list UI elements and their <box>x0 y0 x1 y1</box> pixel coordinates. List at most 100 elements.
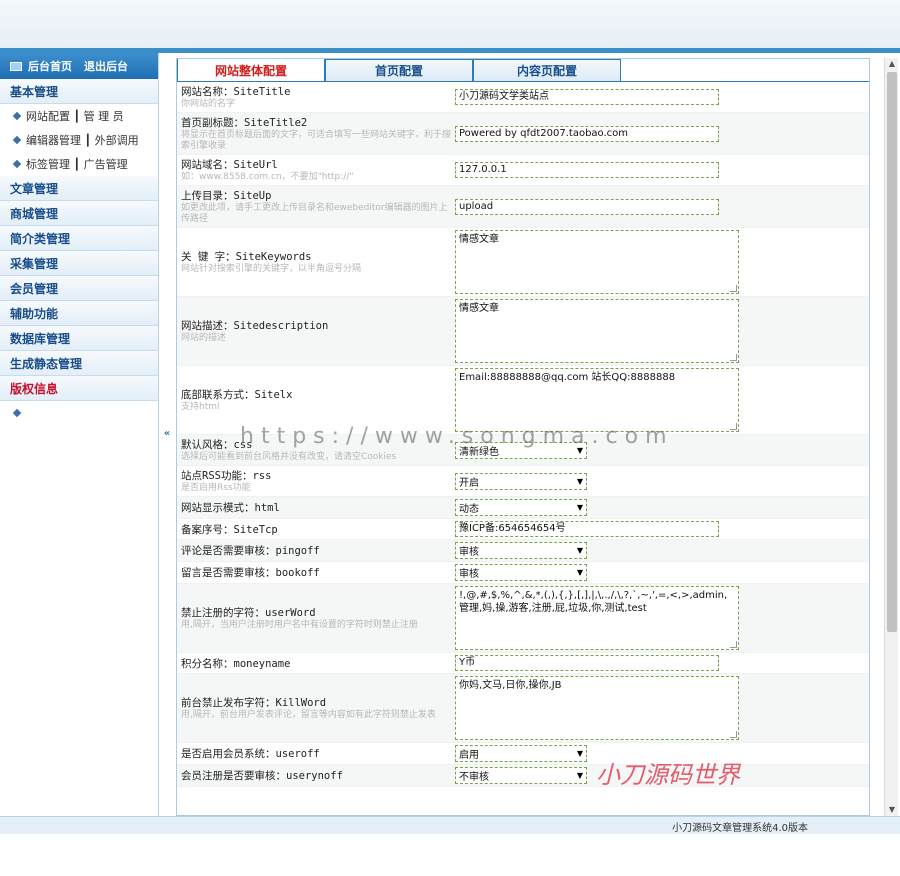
resize-grip-icon[interactable] <box>730 423 737 430</box>
text-input[interactable]: upload <box>455 198 719 215</box>
select-dropdown[interactable]: 审核 ▼ <box>455 564 587 581</box>
sidebar-group[interactable]: 生成静态管理 <box>0 351 158 376</box>
field-hint: 选择后可能看到前台风格并没有改变，请清空Cookies <box>181 452 397 462</box>
resize-grip-icon[interactable] <box>730 641 737 648</box>
logout-link[interactable]: 退出后台 <box>84 58 128 74</box>
sidebar-group[interactable]: 商城管理 <box>0 201 158 226</box>
field-label: 关 键 字：SiteKeywords 网站针对搜索引擎的关键字，以半角逗号分隔 <box>177 228 455 296</box>
config-row: 是否启用会员系统：useroff 启用 ▼ <box>177 743 869 765</box>
config-row: 网站域名：SiteUrl 如：www.8558.com.cn，不要加"http:/… <box>177 155 869 186</box>
textarea-input[interactable]: 情感文章 <box>455 230 739 294</box>
field-hint: 如更改此项，请手工更改上传目录名和ewebeditor编辑器的图片上传路径 <box>181 203 448 224</box>
config-row: 首页副标题：SiteTitle2 将显示在首页标题后面的文字，可适合填写一些网站关… <box>177 113 869 155</box>
field-label: 是否启用会员系统：useroff <box>177 743 455 764</box>
field-label: 留言是否需要审核：bookoff <box>177 562 455 583</box>
field-cell: !,@,#,$,%,^,&,*,(,),{,},[,],|,\,.,/,\,?,… <box>455 584 869 652</box>
field-label-text: 禁止注册的字符：userWord <box>181 607 316 619</box>
field-label-text: 积分名称：moneyname <box>181 657 291 670</box>
select-value: 审核 <box>459 569 479 580</box>
field-cell: 豫ICP备:654654654号 <box>455 519 869 539</box>
field-label: 上传目录：SiteUp 如更改此项，请手工更改上传目录名和ewebeditor编辑… <box>177 186 455 227</box>
select-dropdown[interactable]: 启用 ▼ <box>455 745 587 762</box>
resize-grip-icon[interactable] <box>730 285 737 292</box>
config-row: 网站描述：Sitedescription 网站的描述 情感文章 <box>177 297 869 366</box>
field-hint: 用,隔开，前台用户发表评论，留言等内容如有此字符则禁止发表 <box>181 710 436 720</box>
select-value: 启用 <box>459 750 479 761</box>
textarea-input[interactable]: 情感文章 <box>455 299 739 363</box>
resize-grip-icon[interactable] <box>730 354 737 361</box>
sidebar-group[interactable]: 会员管理 <box>0 276 158 301</box>
textarea-value: 你妈,文马,日你,操你,JB <box>459 680 562 691</box>
config-row: 上传目录：SiteUp 如更改此项，请手工更改上传目录名和ewebeditor编辑… <box>177 186 869 228</box>
bullet-icon <box>12 159 22 169</box>
field-cell: Powered by qfdt2007.taobao.com <box>455 113 869 154</box>
text-input[interactable]: Y币 <box>455 655 719 671</box>
sidebar-group[interactable]: 简介类管理 <box>0 226 158 251</box>
scroll-up-icon[interactable]: ▲ <box>885 58 899 70</box>
sidebar-group[interactable]: 基本管理 <box>0 79 158 104</box>
field-label-text: 前台禁止发布字符：KillWord <box>181 697 327 709</box>
sidebar-subitem[interactable]: 标签管理 ┃ 广告管理 <box>0 152 158 176</box>
collapse-sidebar-button[interactable]: « <box>160 428 174 440</box>
field-label-text: 网站域名：SiteUrl <box>181 159 278 171</box>
scroll-thumb[interactable] <box>887 72 897 632</box>
field-label: 禁止注册的字符：userWord 用,隔开，当用户注册时用户名中有设置的字符时则禁… <box>177 584 455 652</box>
bullet-icon <box>12 135 22 145</box>
textarea-input[interactable]: 你妈,文马,日你,操你,JB <box>455 676 739 740</box>
text-input[interactable]: Powered by qfdt2007.taobao.com <box>455 125 719 142</box>
admin-home-link[interactable]: 后台首页 <box>28 58 72 74</box>
tab-home-config[interactable]: 首页配置 <box>325 59 473 81</box>
field-label-text: 底部联系方式：Sitelx <box>181 389 293 401</box>
top-banner <box>0 0 900 50</box>
sidebar-group[interactable]: 数据库管理 <box>0 326 158 351</box>
field-label-text: 首页副标题：SiteTitle2 <box>181 117 308 129</box>
config-row: 前台禁止发布字符：KillWord 用,隔开，前台用户发表评论，留言等内容如有此字… <box>177 674 869 743</box>
sidebar-group[interactable]: 辅助功能 <box>0 301 158 326</box>
tab-site-config[interactable]: 网站整体配置 <box>177 59 325 81</box>
field-hint: 如：www.8558.com.cn，不要加"http://" <box>181 172 354 182</box>
field-label: 网站描述：Sitedescription 网站的描述 <box>177 297 455 365</box>
sidebar-group[interactable]: 文章管理 <box>0 176 158 201</box>
field-cell: 开启 ▼ <box>455 466 869 496</box>
select-dropdown[interactable]: 不审核 ▼ <box>455 767 587 784</box>
sidebar-subitem[interactable]: 网站配置 ┃ 管 理 员 <box>0 104 158 128</box>
select-dropdown[interactable]: 审核 ▼ <box>455 542 587 559</box>
sidebar-subitem-label: 网站配置 ┃ 管 理 员 <box>26 110 124 123</box>
select-value: 不审核 <box>459 772 489 783</box>
field-cell: upload <box>455 186 869 227</box>
vertical-scrollbar[interactable]: ▲ ▼ <box>884 58 898 816</box>
sidebar-group[interactable]: 采集管理 <box>0 251 158 276</box>
text-input[interactable]: 豫ICP备:654654654号 <box>455 521 719 537</box>
sidebar-group[interactable]: 版权信息 <box>0 376 158 401</box>
bullet-icon <box>12 408 22 418</box>
sidebar-subitem[interactable] <box>0 401 158 425</box>
monitor-icon <box>10 61 22 71</box>
field-cell: 动态 ▼ <box>455 497 869 518</box>
select-dropdown[interactable]: 动态 ▼ <box>455 499 587 516</box>
field-hint: 用,隔开，当用户注册时用户名中有设置的字符时则禁止注册 <box>181 620 418 630</box>
field-label-text: 评论是否需要审核：pingoff <box>181 545 320 557</box>
dropdown-arrow-icon: ▼ <box>576 546 583 555</box>
sidebar-subitem[interactable]: 编辑器管理 ┃ 外部调用 <box>0 128 158 152</box>
field-cell: 情感文章 <box>455 297 869 365</box>
field-label: 前台禁止发布字符：KillWord 用,隔开，前台用户发表评论，留言等内容如有此字… <box>177 674 455 742</box>
field-label: 首页副标题：SiteTitle2 将显示在首页标题后面的文字，可适合填写一些网站关… <box>177 113 455 154</box>
textarea-input[interactable]: !,@,#,$,%,^,&,*,(,),{,},[,],|,\,.,/,\,?,… <box>455 586 739 650</box>
footer-version: 小刀源码文章管理系统4.0版本 <box>672 823 808 834</box>
sidebar-subitem-label: 标签管理 ┃ 广告管理 <box>26 158 128 171</box>
dropdown-arrow-icon: ▼ <box>576 771 583 780</box>
field-cell: 你妈,文马,日你,操你,JB <box>455 674 869 742</box>
select-value: 动态 <box>459 504 479 515</box>
resize-grip-icon[interactable] <box>730 731 737 738</box>
field-label-text: 上传目录：SiteUp <box>181 190 272 202</box>
textarea-input[interactable]: Email:88888888@qq.com 站长QQ:8888888 <box>455 368 739 432</box>
dropdown-arrow-icon: ▼ <box>576 749 583 758</box>
select-dropdown[interactable]: 开启 ▼ <box>455 472 587 490</box>
scroll-down-icon[interactable]: ▼ <box>885 804 899 816</box>
field-label-text: 网站描述：Sitedescription <box>181 320 329 332</box>
field-label-text: 网站名称：SiteTitle <box>181 86 291 98</box>
text-input[interactable]: 127.0.0.1 <box>455 162 719 178</box>
tab-content-config[interactable]: 内容页配置 <box>473 59 621 81</box>
field-label-text: 关 键 字：SiteKeywords <box>181 251 312 263</box>
text-input[interactable]: 小刀源码文学类站点 <box>455 89 719 105</box>
